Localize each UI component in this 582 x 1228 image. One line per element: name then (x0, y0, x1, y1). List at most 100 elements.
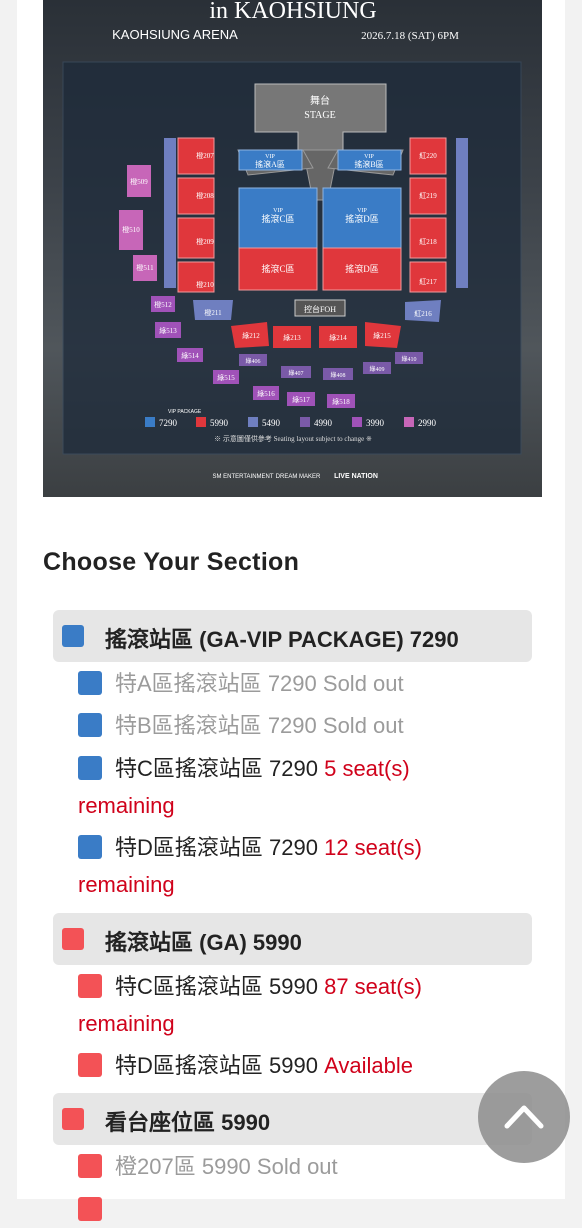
group-label: 搖滾站區 (GA) 5990 (105, 930, 302, 955)
section-status-remaining: remaining (78, 793, 175, 818)
svg-text:紅217: 紅217 (419, 277, 437, 286)
color-swatch (78, 1053, 102, 1077)
legend-swatch (300, 417, 310, 427)
svg-text:搖滾C區: 搖滾C區 (261, 213, 294, 224)
svg-text:綠514: 綠514 (181, 351, 199, 360)
svg-text:LIVE NATION: LIVE NATION (334, 473, 378, 480)
legend-price: 5990 (210, 418, 229, 428)
section-heading: Choose Your Section (43, 548, 300, 576)
legend-price: 7290 (159, 418, 178, 428)
section-price: 7290 (269, 756, 318, 781)
svg-text:綠407: 綠407 (288, 369, 303, 377)
svg-text:搖滾B區: 搖滾B區 (354, 159, 383, 169)
section-name: 特C區搖滾站區 (115, 974, 263, 999)
banner-venue: KAOHSIUNG ARENA (112, 27, 238, 42)
svg-text:綠212: 綠212 (242, 331, 260, 340)
color-swatch (78, 1154, 102, 1178)
stage-label-cn: 舞台 (310, 94, 330, 107)
legend-price: 2990 (418, 418, 437, 428)
banner-date: 2026.7.18 (SAT) 6PM (361, 30, 459, 42)
section-name: 特D區搖滾站區 (115, 835, 263, 860)
chevron-up-icon (504, 1105, 544, 1129)
svg-text:橙512: 橙512 (154, 300, 172, 309)
legend-swatch (352, 417, 362, 427)
section-name: 特C區搖滾站區 (115, 756, 263, 781)
svg-text:綠213: 綠213 (283, 333, 301, 342)
legend-price: 3990 (366, 418, 385, 428)
section-option[interactable]: 特D區搖滾站區 5990 Available (78, 1048, 413, 1084)
legend-price: 5490 (262, 418, 281, 428)
svg-text:綠516: 綠516 (257, 389, 275, 398)
section-name: 特D區搖滾站區 (115, 1053, 263, 1078)
legend-swatch (404, 417, 414, 427)
section-status: 87 seat(s) (324, 974, 422, 999)
svg-text:橙211: 橙211 (204, 308, 222, 317)
svg-text:紅220: 紅220 (419, 151, 437, 160)
section-option-partial[interactable] (78, 1192, 115, 1228)
svg-text:綠410: 綠410 (401, 355, 416, 363)
svg-text:搖滾C區: 搖滾C區 (261, 263, 294, 274)
svg-text:SM ENTERTAINMENT: SM ENTERTAINMENT (212, 474, 273, 480)
svg-text:橙210: 橙210 (196, 280, 214, 289)
svg-text:橙510: 橙510 (122, 225, 140, 234)
section-price: 5990 (201, 1154, 251, 1179)
svg-text:綠408: 綠408 (330, 371, 345, 379)
section-price: 7290 (267, 713, 317, 738)
group-label: 搖滾站區 (GA-VIP PACKAGE) 7290 (105, 627, 459, 652)
svg-text:綠513: 綠513 (159, 326, 177, 335)
stage-label-en: STAGE (304, 110, 335, 121)
svg-text:搖滾D區: 搖滾D區 (345, 263, 379, 274)
section-status: Available (324, 1053, 413, 1078)
section-option[interactable]: 特C區搖滾站區 5990 87 seat(s) (78, 969, 422, 1005)
section-name: 特A區搖滾站區 (115, 671, 262, 696)
section-status-remaining: remaining (78, 872, 175, 897)
svg-text:控台FOH: 控台FOH (304, 304, 336, 314)
svg-text:紅216: 紅216 (414, 309, 432, 318)
section-status-remaining: remaining (78, 1011, 175, 1036)
section-option[interactable]: 特C區搖滾站區 7290 5 seat(s) (78, 751, 410, 787)
section-option[interactable]: 橙207區 5990 Sold out (78, 1149, 338, 1185)
section-option[interactable]: 特A區搖滾站區 7290 Sold out (78, 666, 404, 702)
legend-swatch (196, 417, 206, 427)
svg-text:綠518: 綠518 (332, 397, 350, 406)
section-status: Sold out (256, 1154, 338, 1179)
section-price: 5990 (269, 1053, 318, 1078)
section-option[interactable]: 特B區搖滾站區 7290 Sold out (78, 708, 404, 744)
svg-text:綠515: 綠515 (217, 373, 235, 382)
color-swatch (62, 928, 84, 950)
scroll-top-button[interactable] (478, 1071, 570, 1163)
color-swatch (62, 625, 84, 647)
group-label: 看台座位區 5990 (105, 1110, 271, 1135)
section-name: 橙207區 (115, 1154, 196, 1179)
color-swatch (62, 1108, 84, 1130)
section-option[interactable]: 特D區搖滾站區 7290 12 seat(s) (78, 830, 422, 866)
section-status: Sold out (322, 713, 404, 738)
svg-text:綠517: 綠517 (292, 395, 310, 404)
legend-swatch (248, 417, 258, 427)
svg-text:紅218: 紅218 (419, 237, 437, 246)
svg-text:綠214: 綠214 (329, 333, 347, 342)
section-status: 5 seat(s) (324, 756, 410, 781)
section-group-vip[interactable]: 搖滾站區 (GA-VIP PACKAGE) 7290 (53, 610, 532, 662)
banner-title: in KAOHSIUNG (209, 0, 376, 24)
svg-text:綠409: 綠409 (369, 365, 384, 373)
svg-text:紅219: 紅219 (419, 191, 437, 200)
color-swatch (78, 1197, 102, 1221)
svg-text:橙511: 橙511 (136, 263, 154, 272)
color-swatch (78, 713, 102, 737)
legend-price: 4990 (314, 418, 333, 428)
section-price: 7290 (267, 671, 317, 696)
svg-text:搖滾A區: 搖滾A區 (255, 159, 285, 169)
svg-text:橙208: 橙208 (196, 191, 214, 200)
section-status: 12 seat(s) (324, 835, 422, 860)
section-group-stands[interactable]: 看台座位區 5990 (53, 1093, 532, 1145)
section-name: 特B區搖滾站區 (115, 713, 262, 738)
color-swatch (78, 671, 102, 695)
svg-text:DREAM MAKER: DREAM MAKER (276, 474, 321, 480)
seat-map-image: in KAOHSIUNG KAOHSIUNG ARENA 2026.7.18 (… (43, 0, 542, 497)
section-price: 7290 (269, 835, 318, 860)
svg-text:搖滾D區: 搖滾D區 (345, 213, 379, 224)
color-swatch (78, 756, 102, 780)
section-group-ga[interactable]: 搖滾站區 (GA) 5990 (53, 913, 532, 965)
svg-text:橙207: 橙207 (196, 151, 214, 160)
